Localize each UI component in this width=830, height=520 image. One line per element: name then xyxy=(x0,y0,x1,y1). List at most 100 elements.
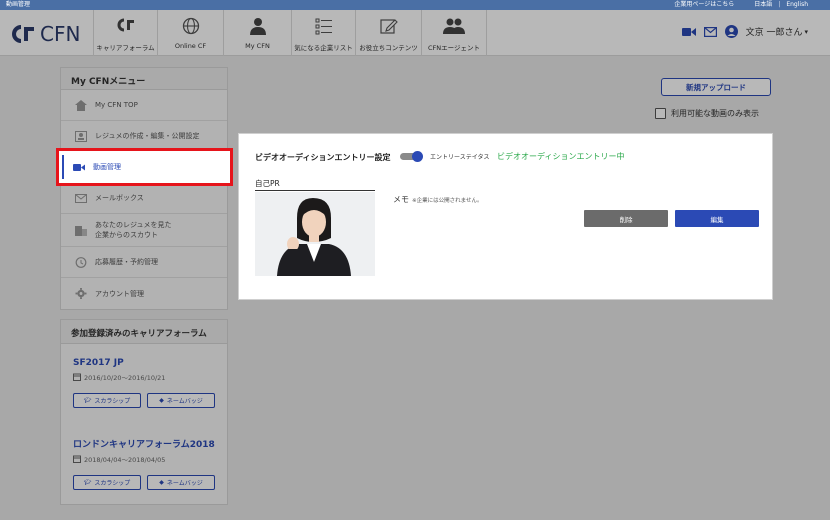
menu-item-label: My CFN TOP xyxy=(95,101,138,109)
scholarship-label: スカラシップ xyxy=(94,398,131,405)
name-badge-label: ネームバッジ xyxy=(166,480,203,487)
only-available-filter[interactable]: 利用可能な動画のみ表示 xyxy=(655,108,759,119)
only-available-label: 利用可能な動画のみ表示 xyxy=(671,109,759,118)
chevron-down-icon: ▾ xyxy=(804,27,808,36)
cf-logo-icon xyxy=(117,18,134,32)
only-available-checkbox[interactable] xyxy=(655,108,666,119)
menu-item-label: 応募履歴・予約管理 xyxy=(95,258,158,266)
video-card: ビデオオーディションエントリー設定 エントリーステイタス ビデオオーディションエ… xyxy=(238,133,773,300)
nav-cfn-agent[interactable]: CFNエージェント xyxy=(421,10,487,56)
cfn-logo[interactable]: CFN xyxy=(10,22,80,46)
nav-my-cfn[interactable]: My CFN xyxy=(223,10,291,56)
nav-label: Online CF xyxy=(174,42,207,50)
site-header: CFN キャリアフォーラム Online CF My CFN 気になる企業リスト xyxy=(0,10,830,56)
menu-item-top[interactable]: My CFN TOP xyxy=(61,90,227,121)
forum-dates: 2018/04/04〜2018/04/05 xyxy=(73,454,223,464)
toggle-knob xyxy=(412,151,423,162)
history-icon xyxy=(75,256,87,268)
forum-entry: ロンドンキャリアフォーラム2018 2018/04/04〜2018/04/05 … xyxy=(73,437,223,490)
header-user-area: 文京 一郎さん ▾ xyxy=(681,25,808,38)
user-name-menu[interactable]: 文京 一郎さん xyxy=(746,25,803,38)
name-badge-button[interactable]: ◆ ネームバッジ xyxy=(147,475,215,490)
menu-item-video-management[interactable]: 動画管理 xyxy=(56,148,233,186)
forum-name[interactable]: ロンドンキャリアフォーラム2018 xyxy=(73,437,223,450)
people-icon xyxy=(443,18,465,34)
self-pr-label: 自己PR xyxy=(255,179,280,188)
nav-label: CFNエージェント xyxy=(427,44,480,52)
menu-item-label: アカウント管理 xyxy=(95,289,144,298)
person-icon xyxy=(249,18,266,35)
forum-date-text: 2018/04/04〜2018/04/05 xyxy=(84,456,166,464)
mail-icon[interactable] xyxy=(703,26,717,37)
calendar-icon xyxy=(73,455,81,463)
menu-item-label: メールボックス xyxy=(95,194,144,202)
registered-forums-panel: 参加登録済みのキャリアフォーラム SF2017 JP 2016/10/20〜20… xyxy=(60,319,228,505)
page-label: 動画管理 xyxy=(6,1,31,8)
memo-label: メモ xyxy=(393,195,409,204)
divider xyxy=(255,190,375,191)
forum-entry: SF2017 JP 2016/10/20〜2016/10/21 🎓︎ スカラシッ… xyxy=(73,358,223,408)
menu-item-label-line1: あなたのレジュメを見た xyxy=(95,221,172,229)
entry-status-value: ビデオオーディションエントリー中 xyxy=(497,152,625,161)
globe-icon xyxy=(182,17,199,35)
menu-item-label: 動画管理 xyxy=(93,163,121,171)
forum-buttons: 🎓︎ スカラシップ ◆ ネームバッジ xyxy=(73,475,223,490)
name-badge-label: ネームバッジ xyxy=(166,398,203,405)
active-indicator xyxy=(62,155,64,179)
tag-icon: ◆ xyxy=(159,397,164,404)
new-upload-button[interactable]: 新規アップロード xyxy=(661,78,771,96)
delete-button[interactable]: 削除 xyxy=(584,210,668,227)
home-icon xyxy=(75,99,87,111)
top-links: 企業用ページはこちら 日本語 | English xyxy=(674,0,808,10)
graduation-cap-icon: 🎓︎ xyxy=(83,479,92,486)
menu-item-label-multiline: あなたのレジュメを見た 企業からのスカウト xyxy=(95,220,172,240)
nav-label: My CFN xyxy=(245,42,270,50)
entry-status-toggle[interactable] xyxy=(400,151,424,162)
menu-item-history[interactable]: 応募履歴・予約管理 xyxy=(61,247,227,278)
lang-separator: | xyxy=(778,1,781,8)
graduation-cap-icon: 🎓︎ xyxy=(83,397,92,404)
video-icon[interactable] xyxy=(681,27,696,37)
forum-name[interactable]: SF2017 JP xyxy=(73,358,223,368)
calendar-icon xyxy=(73,373,81,381)
forum-buttons: 🎓︎ スカラシップ ◆ ネームバッジ xyxy=(73,393,223,408)
top-strip: 動画管理 企業用ページはこちら 日本語 | English xyxy=(0,0,830,10)
scholarship-button[interactable]: 🎓︎ スカラシップ xyxy=(73,475,141,490)
nav-watchlist[interactable]: 気になる企業リスト xyxy=(291,10,355,56)
nav-online-cf[interactable]: Online CF xyxy=(157,10,223,56)
lang-ja-link[interactable]: 日本語 xyxy=(754,0,772,10)
my-cfn-menu: My CFNメニュー My CFN TOP レジュメの作成・編集・公開設定 メー… xyxy=(60,67,228,310)
lang-en-link[interactable]: English xyxy=(786,0,808,10)
menu-item-label-line2: 企業からのスカウト xyxy=(95,231,158,239)
list-icon xyxy=(315,18,332,35)
nav-label: 気になる企業リスト xyxy=(294,44,353,52)
menu-title: My CFNメニュー xyxy=(61,68,227,90)
mail-icon xyxy=(75,193,87,203)
nav-career-forum[interactable]: キャリアフォーラム xyxy=(93,10,157,56)
video-icon xyxy=(73,163,85,171)
memo-note: ※企業には公開されません。 xyxy=(412,198,483,204)
forum-date-text: 2016/10/20〜2016/10/21 xyxy=(84,374,166,382)
edit-button[interactable]: 編集 xyxy=(675,210,759,227)
nav-useful-contents[interactable]: お役立ちコンテンツ xyxy=(355,10,421,56)
video-audition-title: ビデオオーディションエントリー設定 xyxy=(255,153,391,162)
menu-item-mailbox[interactable]: メールボックス xyxy=(61,183,227,214)
menu-item-scout[interactable]: あなたのレジュメを見た 企業からのスカウト xyxy=(61,214,227,247)
forums-title: 参加登録済みのキャリアフォーラム xyxy=(61,320,227,344)
company-page-link[interactable]: 企業用ページはこちら xyxy=(674,0,734,10)
nav-label: お役立ちコンテンツ xyxy=(359,44,418,52)
building-icon xyxy=(75,225,87,236)
forum-dates: 2016/10/20〜2016/10/21 xyxy=(73,372,223,382)
menu-item-account[interactable]: アカウント管理 xyxy=(61,278,227,309)
tag-icon: ◆ xyxy=(159,479,164,486)
gear-icon xyxy=(75,288,87,299)
pencil-icon xyxy=(379,19,398,34)
cfn-logo-mark-icon xyxy=(12,25,34,43)
account-icon[interactable] xyxy=(724,25,738,38)
entry-status-label: エントリーステイタス xyxy=(430,154,490,161)
scholarship-button[interactable]: 🎓︎ スカラシップ xyxy=(73,393,141,408)
memo-area: メモ ※企業には公開されません。 xyxy=(393,194,482,205)
video-thumbnail[interactable] xyxy=(255,192,375,276)
scholarship-label: スカラシップ xyxy=(94,480,131,487)
name-badge-button[interactable]: ◆ ネームバッジ xyxy=(147,393,215,408)
